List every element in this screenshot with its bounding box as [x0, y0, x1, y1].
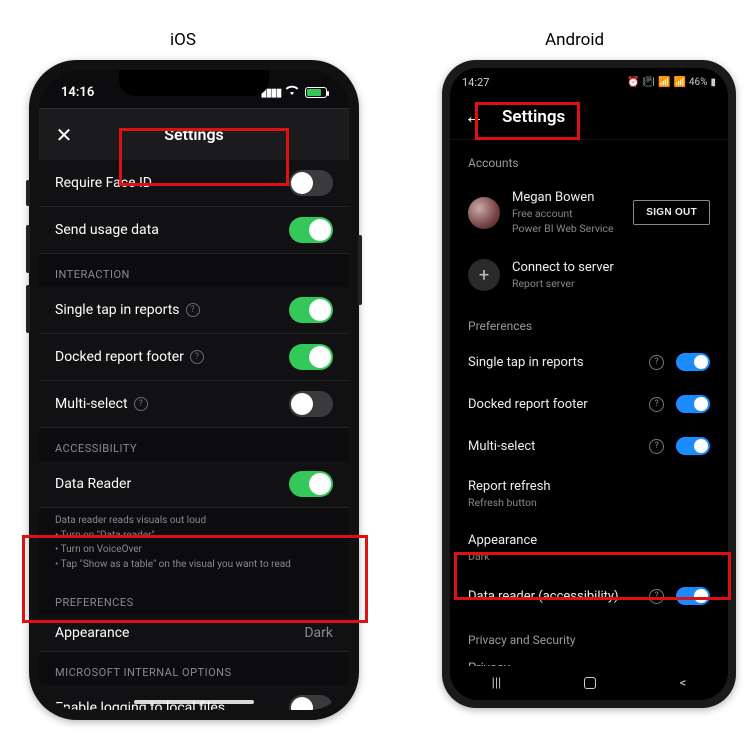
row-docked-footer[interactable]: Docked report footer ? [450, 383, 728, 425]
status-right: ▮▮▮▮ [261, 85, 327, 99]
android-nav-buttons: ||| < [450, 666, 728, 700]
toggle-single-tap[interactable] [676, 353, 710, 371]
android-screen: 14:27 ⏰ 📳 📶 📶 46% ▮ ← Settings Accounts … [450, 68, 728, 700]
status-right: ⏰ 📳 📶 📶 46% ▮ [627, 77, 716, 88]
home-button[interactable] [584, 677, 596, 689]
appearance-value: Dark [468, 550, 537, 563]
page-title: Settings [39, 125, 349, 144]
help-icon[interactable]: ? [649, 355, 664, 370]
row-label: Require Face ID [55, 175, 152, 191]
row-privacy[interactable]: Privacy [450, 655, 728, 666]
row-label: Docked report footer [468, 397, 588, 412]
battery-percent: 46% [689, 77, 708, 88]
toggle-require-faceid[interactable] [289, 170, 333, 196]
row-sublabel: Report server [512, 277, 614, 290]
toggle-single-tap[interactable] [289, 297, 333, 323]
help-icon[interactable]: ? [649, 439, 664, 454]
android-settings-list[interactable]: Accounts Megan Bowen Free account Power … [450, 140, 728, 666]
ios-screen: 14:16 ▮▮▮▮ ✕ Settings Require Face ID Se… [39, 70, 349, 710]
help-icon[interactable]: ? [134, 397, 148, 411]
status-time: 14:16 [61, 85, 94, 100]
row-label: Multi-select [55, 396, 128, 412]
row-label: Send usage data [55, 222, 159, 238]
ios-nav-bar: ✕ Settings [39, 108, 349, 160]
wifi-icon [285, 85, 299, 99]
account-line2: Power BI Web Service [512, 222, 614, 235]
toggle-multi-select[interactable] [289, 391, 333, 417]
row-logging[interactable]: Enable logging to local files [39, 685, 349, 710]
row-appearance[interactable]: Appearance Dark [39, 615, 349, 652]
row-send-usage[interactable]: Send usage data [39, 207, 349, 254]
android-nav-bar: ← Settings [450, 94, 728, 140]
battery-icon [305, 87, 327, 98]
row-docked-footer[interactable]: Docked report footer? [39, 334, 349, 381]
recents-button[interactable]: ||| [492, 676, 502, 691]
help-icon[interactable]: ? [649, 397, 664, 412]
row-single-tap[interactable]: Single tap in reports ? [450, 341, 728, 383]
row-label: Single tap in reports [468, 355, 584, 370]
toggle-docked-footer[interactable] [676, 395, 710, 413]
android-status-bar: 14:27 ⏰ 📳 📶 📶 46% ▮ [450, 68, 728, 94]
wifi-icon: 📶 [658, 77, 670, 88]
signout-button[interactable]: SIGN OUT [633, 200, 710, 225]
toggle-data-reader[interactable] [676, 587, 710, 605]
help-icon[interactable]: ? [186, 303, 200, 317]
vibrate-icon: 📳 [643, 77, 655, 88]
row-account[interactable]: Megan Bowen Free account Power BI Web Se… [450, 178, 728, 247]
row-label: Data Reader [55, 476, 131, 492]
help-icon[interactable]: ? [190, 350, 204, 364]
back-softkey[interactable]: < [680, 676, 687, 691]
row-label: Single tap in reports [55, 302, 180, 318]
label-ios: iOS [170, 30, 196, 50]
back-button[interactable]: ← [464, 104, 484, 129]
ios-phone-frame: 14:16 ▮▮▮▮ ✕ Settings Require Face ID Se… [29, 60, 359, 720]
appearance-value: Dark [304, 625, 333, 641]
row-report-refresh[interactable]: Report refresh Refresh button [450, 467, 728, 521]
toggle-send-usage[interactable] [289, 217, 333, 243]
help-icon[interactable]: ? [649, 589, 664, 604]
row-label: Report refresh [468, 479, 551, 494]
data-reader-note: Data reader reads visuals out loud • Tur… [39, 508, 349, 582]
alarm-icon: ⏰ [627, 77, 639, 88]
row-data-reader[interactable]: Data Reader [39, 461, 349, 508]
account-line1: Free account [512, 207, 614, 220]
section-accounts: Accounts [450, 140, 728, 178]
avatar [468, 197, 500, 229]
account-name: Megan Bowen [512, 190, 614, 205]
battery-icon: ▮ [710, 77, 716, 88]
row-require-faceid[interactable]: Require Face ID [39, 160, 349, 207]
plus-icon: + [468, 259, 500, 291]
row-single-tap[interactable]: Single tap in reports? [39, 287, 349, 334]
row-data-reader[interactable]: Data reader (accessibility) ? [450, 575, 728, 617]
row-label: Multi-select [468, 439, 535, 454]
row-label: Connect to server [512, 260, 614, 275]
section-preferences: Preferences [450, 303, 728, 341]
page-title: Settings [502, 107, 565, 127]
row-label: Appearance [468, 533, 537, 548]
signal-icon: 📶 [673, 77, 685, 88]
section-preferences: PREFERENCES [39, 582, 349, 615]
row-label: Data reader (accessibility) [468, 589, 619, 604]
section-msinternal: MICROSOFT INTERNAL OPTIONS [39, 652, 349, 685]
home-indicator[interactable] [134, 700, 254, 704]
row-connect-server[interactable]: + Connect to server Report server [450, 247, 728, 303]
row-label: Docked report footer [55, 349, 184, 365]
row-sublabel: Refresh button [468, 496, 551, 509]
ios-settings-list[interactable]: Require Face ID Send usage data INTERACT… [39, 160, 349, 710]
row-label: Appearance [55, 625, 129, 641]
row-multi-select[interactable]: Multi-select ? [450, 425, 728, 467]
row-multi-select[interactable]: Multi-select? [39, 381, 349, 428]
status-time: 14:27 [462, 76, 489, 89]
android-phone-frame: 14:27 ⏰ 📳 📶 📶 46% ▮ ← Settings Accounts … [442, 60, 736, 708]
section-privacy: Privacy and Security [450, 617, 728, 655]
label-android: Android [545, 30, 604, 50]
toggle-docked-footer[interactable] [289, 344, 333, 370]
ios-notch [119, 70, 269, 96]
toggle-multi-select[interactable] [676, 437, 710, 455]
toggle-logging[interactable] [289, 695, 333, 710]
row-appearance[interactable]: Appearance Dark [450, 521, 728, 575]
toggle-data-reader[interactable] [289, 471, 333, 497]
section-interaction: INTERACTION [39, 254, 349, 287]
section-accessibility: ACCESSIBILITY [39, 428, 349, 461]
